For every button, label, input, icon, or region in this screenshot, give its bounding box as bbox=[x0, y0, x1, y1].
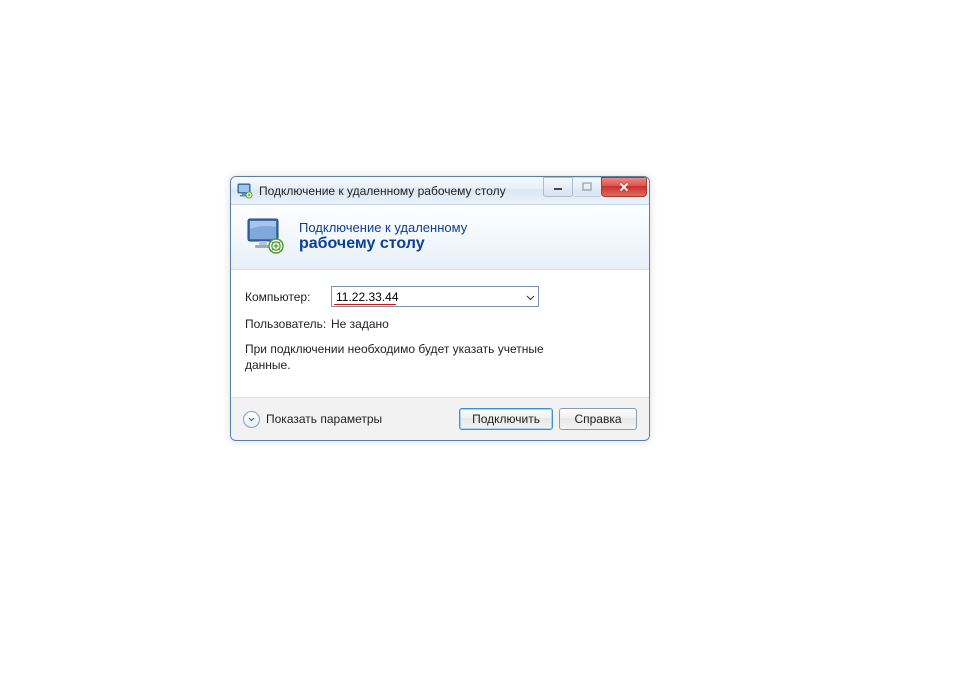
minimize-button[interactable] bbox=[543, 177, 573, 197]
window-title: Подключение к удаленному рабочему столу bbox=[259, 184, 543, 198]
user-label: Пользователь: bbox=[245, 317, 331, 331]
help-button[interactable]: Справка bbox=[559, 408, 637, 430]
titlebar: Подключение к удаленному рабочему столу bbox=[231, 177, 649, 205]
show-options-label: Показать параметры bbox=[266, 412, 382, 426]
connect-button[interactable]: Подключить bbox=[459, 408, 553, 430]
header-line1: Подключение к удаленному bbox=[299, 220, 467, 235]
dialog-body: Компьютер: Пользователь: Не задано При п… bbox=[231, 270, 649, 397]
rdp-app-icon bbox=[237, 183, 253, 199]
rdp-dialog-window: Подключение к удаленному рабочему столу bbox=[230, 176, 650, 441]
credentials-hint: При подключении необходимо будет указать… bbox=[245, 341, 545, 373]
header-text: Подключение к удаленному рабочему столу bbox=[299, 220, 467, 253]
dialog-footer: Показать параметры Подключить Справка bbox=[231, 397, 649, 440]
maximize-button bbox=[572, 177, 602, 197]
computer-label: Компьютер: bbox=[245, 290, 331, 304]
spellcheck-underline-icon bbox=[334, 304, 396, 305]
user-row: Пользователь: Не задано bbox=[245, 317, 635, 331]
computer-row: Компьютер: bbox=[245, 286, 635, 307]
user-value: Не задано bbox=[331, 317, 389, 331]
close-button[interactable] bbox=[601, 177, 647, 197]
computer-combo bbox=[331, 286, 539, 307]
window-control-buttons bbox=[543, 177, 647, 204]
header-line2: рабочему столу bbox=[299, 235, 467, 253]
rdp-monitor-icon bbox=[245, 215, 287, 257]
header-band: Подключение к удаленному рабочему столу bbox=[231, 205, 649, 270]
show-options-toggle[interactable]: Показать параметры bbox=[243, 411, 382, 428]
chevron-down-circle-icon bbox=[243, 411, 260, 428]
